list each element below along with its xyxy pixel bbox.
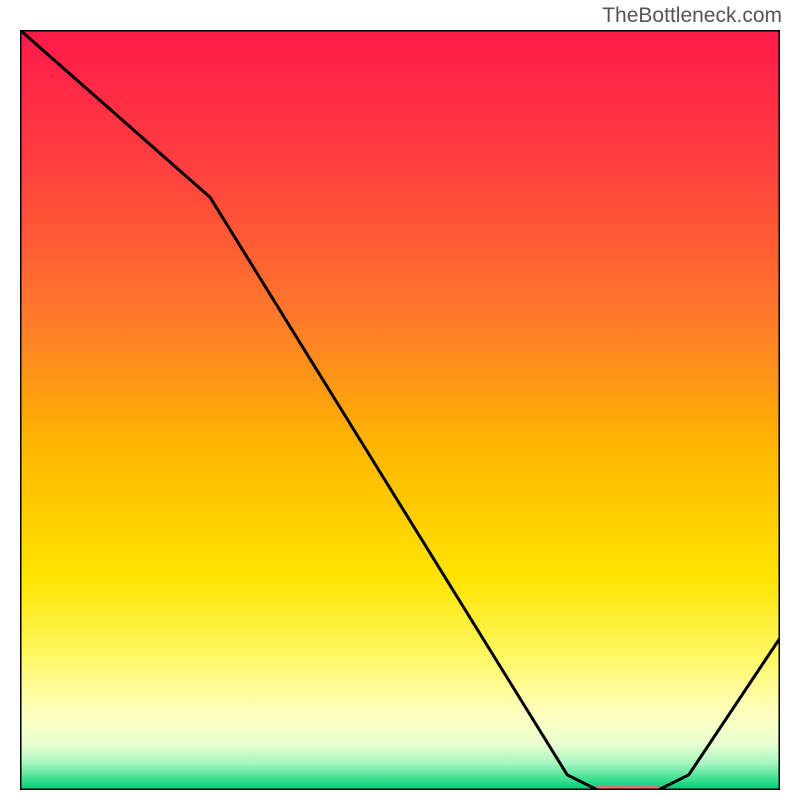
chart-container: TheBottleneck.com [0, 0, 800, 800]
gradient-background [20, 30, 780, 790]
watermark-label: TheBottleneck.com [602, 4, 782, 28]
chart-plot-area [20, 30, 780, 790]
chart-svg [20, 30, 780, 790]
